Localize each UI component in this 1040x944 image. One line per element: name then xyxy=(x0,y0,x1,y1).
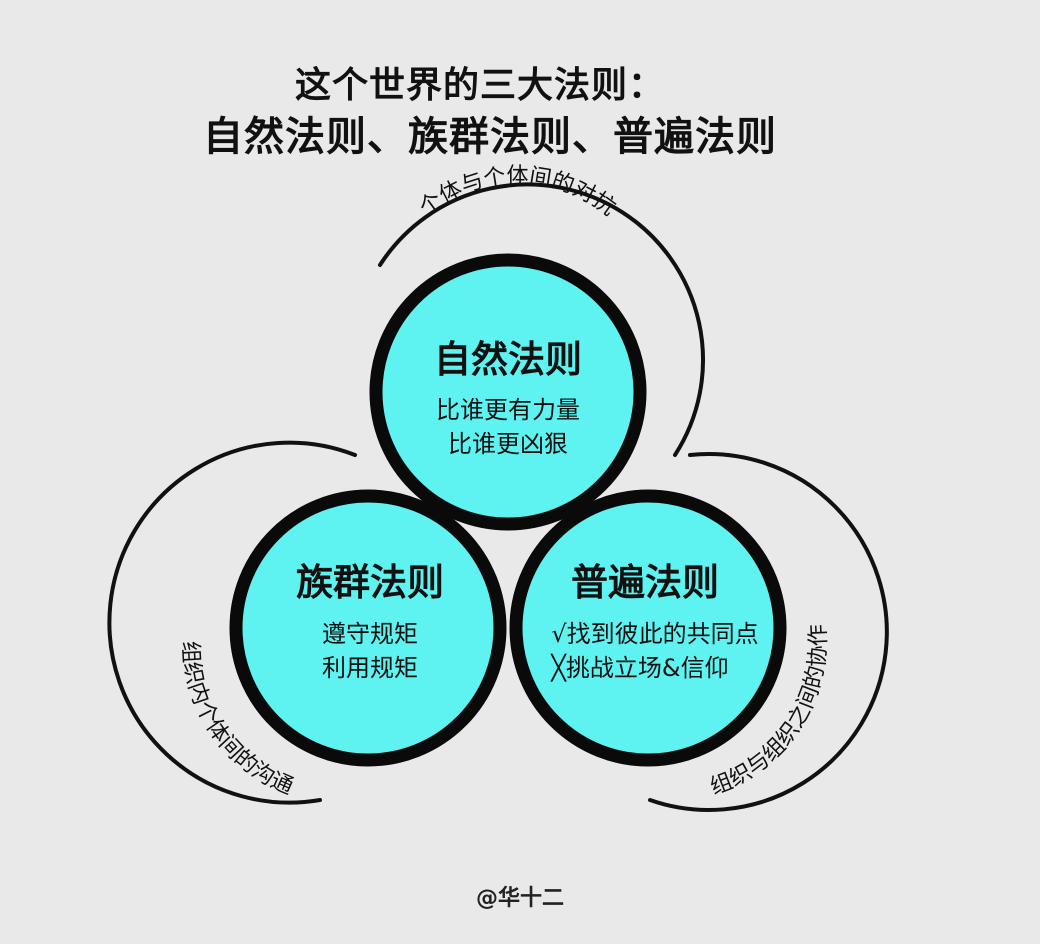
author-credit: @华十二 xyxy=(475,886,564,911)
natural-law-line-1: 比谁更有力量 xyxy=(436,396,580,424)
three-laws-diagram: 自然法则 比谁更有力量 比谁更凶狠 族群法则 遵守规矩 利用规矩 普遍法则 √找… xyxy=(107,164,889,812)
group-law-title: 族群法则 xyxy=(296,561,444,604)
circle-natural-law xyxy=(369,253,647,531)
arc-label-top: 个体与个体间的对抗 xyxy=(415,164,620,221)
natural-law-title: 自然法则 xyxy=(434,338,582,381)
group-law-line-2: 利用规矩 xyxy=(322,654,418,682)
group-law-line-1: 遵守规矩 xyxy=(322,620,418,648)
universal-law-title: 普遍法则 xyxy=(571,561,719,604)
universal-law-line-1: √找到彼此的共同点 xyxy=(551,620,758,648)
natural-law-line-2: 比谁更凶狠 xyxy=(448,430,568,458)
universal-law-line-2: ╳挑战立场&信仰 xyxy=(549,653,728,682)
